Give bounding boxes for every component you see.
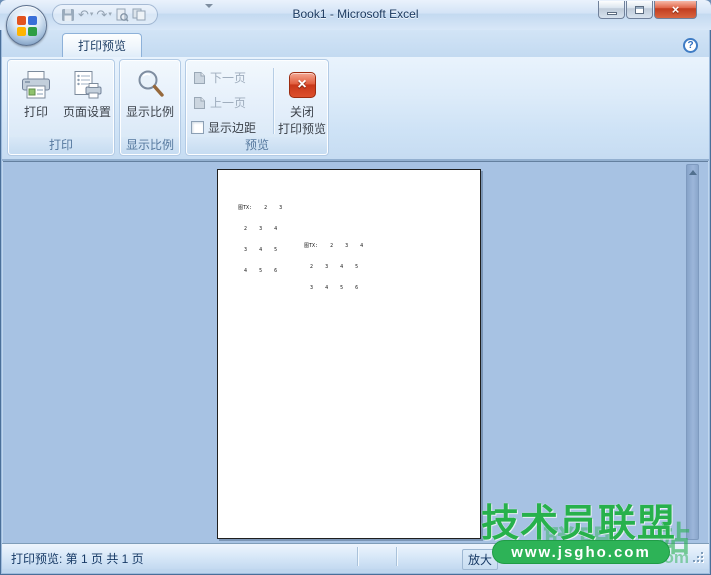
help-icon: ? [687, 40, 693, 51]
ribbon-group-preview: 下一页 上一页 显示边距 × 关闭 [185, 59, 329, 156]
resize-grip[interactable] [691, 550, 703, 562]
office-button[interactable] [6, 5, 47, 46]
vertical-scrollbar[interactable] [686, 164, 699, 540]
zoom-in-button[interactable]: + [643, 547, 660, 564]
floppy-disk-icon [61, 8, 75, 22]
title-bar: Book1 - Microsoft Excel ↶ ▾ ↷ ▾ [0, 0, 711, 30]
help-button[interactable]: ? [683, 38, 698, 53]
close-preview-icon: × [289, 72, 316, 98]
tab-print-preview[interactable]: 打印预览 [62, 33, 142, 57]
next-page-button[interactable]: 下一页 [193, 69, 246, 86]
show-margins-checkbox[interactable]: 显示边距 [191, 119, 256, 136]
page-setup-button-label: 页面设置 [63, 103, 111, 120]
office-logo-icon [17, 16, 37, 36]
ribbon-group-print: 打印 页面设置 [7, 59, 115, 156]
minimize-button[interactable] [598, 1, 625, 19]
page-status-text: 打印预览: 第 1 页 共 1 页 [11, 550, 144, 567]
worksheet-table-2: 图TX: 2 3 4 2 3 4 5 3 4 5 6 [304, 229, 363, 306]
close-button[interactable]: × [654, 1, 697, 19]
excel-window: Book1 - Microsoft Excel ↶ ▾ ↷ ▾ [0, 0, 711, 575]
next-page-icon [193, 71, 206, 85]
print-preview-qat-button[interactable] [115, 8, 129, 22]
undo-button[interactable]: ↶ ▾ [78, 8, 93, 21]
undo-icon: ↶ [78, 8, 89, 21]
group-label-preview: 预览 [187, 137, 327, 154]
worksheet-table-1: 图TX: 2 3 2 3 4 3 4 5 4 5 6 [238, 191, 282, 289]
group-separator [273, 68, 274, 134]
next-page-label: 下一页 [210, 69, 246, 86]
pages-icon [132, 8, 147, 21]
previous-page-button[interactable]: 上一页 [193, 94, 246, 111]
redo-dropdown-icon: ▾ [108, 11, 112, 18]
window-controls: × [598, 1, 697, 19]
page-setup-icon [71, 67, 103, 103]
redo-button[interactable]: ↷ ▾ [96, 8, 111, 21]
plus-icon: + [648, 549, 655, 563]
status-divider [396, 547, 397, 566]
print-preview-pane: 图TX: 2 3 2 3 4 3 4 5 4 5 6 图TX: 2 3 4 2 … [3, 161, 708, 543]
previous-page-label: 上一页 [210, 94, 246, 111]
close-preview-label-line1: 关闭 [290, 103, 314, 120]
ribbon-group-zoom: 显示比例 显示比例 [119, 59, 181, 156]
undo-dropdown-icon: ▾ [90, 11, 94, 18]
quick-access-toolbar: ↶ ▾ ↷ ▾ [52, 4, 158, 25]
close-preview-label-line2: 打印预览 [278, 120, 326, 137]
customize-quick-access-button[interactable] [205, 8, 217, 26]
page-magnifier-icon [115, 8, 129, 22]
status-divider [357, 547, 358, 566]
close-icon: × [672, 2, 680, 17]
group-label-zoom: 显示比例 [121, 137, 179, 154]
zoom-button-label: 显示比例 [126, 103, 174, 120]
zoom-button[interactable]: 显示比例 [123, 65, 177, 138]
restore-icon [635, 6, 644, 14]
close-print-preview-button[interactable]: × 关闭 打印预览 [276, 65, 328, 138]
minimize-icon [607, 12, 617, 15]
scroll-up-icon[interactable] [689, 170, 697, 175]
magnifier-icon [135, 67, 165, 103]
ribbon: 打印 页面设置 [2, 57, 709, 161]
quick-print-button[interactable] [132, 8, 147, 21]
page-preview: 图TX: 2 3 2 3 4 3 4 5 4 5 6 图TX: 2 3 4 2 … [217, 169, 481, 539]
status-bar: 打印预览: 第 1 页 共 1 页 放大 + [2, 543, 709, 569]
group-label-print: 打印 [9, 137, 113, 154]
print-button[interactable]: 打印 [13, 65, 59, 138]
save-button[interactable] [61, 8, 75, 22]
checkbox-icon[interactable] [191, 121, 204, 134]
ribbon-tab-row: 打印预览 ? [2, 30, 709, 57]
restore-button[interactable] [626, 1, 653, 19]
show-margins-label: 显示边距 [208, 119, 256, 136]
zoom-status-button[interactable]: 放大 [462, 549, 498, 570]
previous-page-icon [193, 96, 206, 110]
print-button-label: 打印 [24, 103, 48, 120]
printer-icon [20, 67, 52, 103]
page-setup-button[interactable]: 页面设置 [61, 65, 113, 138]
redo-icon: ↷ [96, 8, 107, 21]
chevron-down-icon [205, 4, 213, 25]
